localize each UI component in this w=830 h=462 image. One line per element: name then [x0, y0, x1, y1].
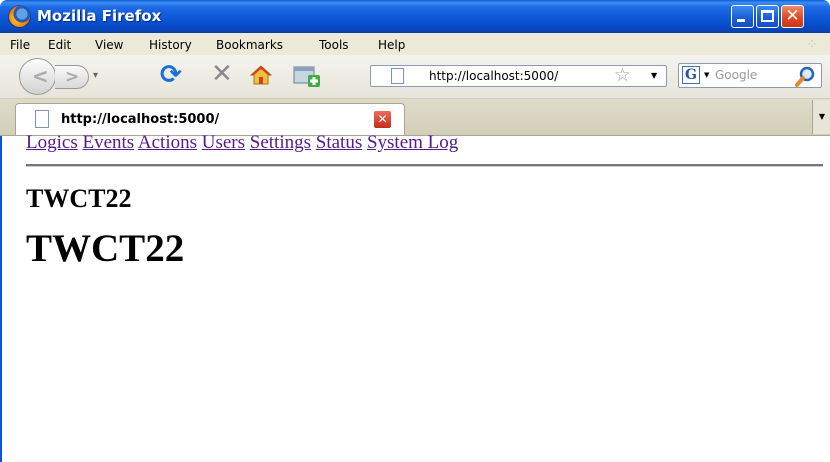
search-engine-icon[interactable]: G [682, 66, 700, 84]
search-icon[interactable] [795, 65, 817, 87]
tab-localhost[interactable]: http://localhost:5000/ ✕ [15, 103, 405, 135]
search-box[interactable]: G ▼ Google [678, 63, 822, 88]
menu-tools[interactable]: Tools [319, 38, 349, 52]
url-dropdown-icon[interactable]: ▼ [651, 71, 657, 80]
tab-title: http://localhost:5000/ [61, 112, 220, 127]
minimize-icon [737, 19, 745, 22]
new-tab-icon[interactable] [292, 63, 322, 89]
close-tab-icon[interactable]: ✕ [374, 111, 391, 128]
nav-link-events[interactable]: Events [82, 132, 134, 153]
menu-help[interactable]: Help [378, 38, 405, 52]
menu-edit[interactable]: Edit [48, 38, 71, 52]
throbber-icon: ⁘ [806, 37, 818, 53]
page-heading-large: TWCT22 [26, 227, 185, 270]
nav-link-users[interactable]: Users [202, 132, 245, 153]
site-navigation: Logics Events Actions Users Settings Sta… [26, 132, 458, 154]
back-button[interactable]: < [19, 58, 56, 95]
nav-link-system-log[interactable]: System Log [367, 132, 458, 153]
firefox-logo-icon [9, 6, 30, 27]
menu-view[interactable]: View [95, 38, 123, 52]
url-text[interactable]: http://localhost:5000/ [429, 69, 558, 83]
stop-button[interactable]: ✕ [211, 61, 233, 87]
forward-arrow-icon: > [65, 67, 80, 87]
horizontal-rule [26, 164, 823, 167]
close-icon: ✕ [785, 6, 800, 26]
window-title: Mozilla Firefox [37, 7, 162, 25]
maximize-button[interactable] [756, 5, 779, 28]
back-forward-group: < > ▾ [19, 58, 137, 95]
title-bar: Mozilla Firefox ✕ [0, 0, 830, 33]
page-heading-small: TWCT22 [26, 184, 132, 213]
back-arrow-icon: < [32, 64, 49, 88]
menu-history[interactable]: History [149, 38, 192, 52]
menu-bar: File Edit View History Bookmarks Tools H… [0, 33, 830, 55]
nav-link-logics[interactable]: Logics [26, 132, 78, 153]
bookmark-star-icon[interactable]: ☆ [614, 66, 631, 85]
maximize-icon [761, 10, 774, 22]
tab-list-dropdown-icon[interactable]: ▼ [812, 100, 830, 134]
menu-bookmarks[interactable]: Bookmarks [216, 38, 283, 52]
home-icon[interactable] [249, 63, 273, 87]
tab-strip: http://localhost:5000/ ✕ [0, 99, 830, 136]
close-window-button[interactable]: ✕ [781, 5, 804, 28]
forward-button[interactable]: > [55, 65, 89, 89]
site-identity-icon[interactable] [391, 68, 404, 84]
nav-link-status[interactable]: Status [316, 132, 362, 153]
history-dropdown-icon[interactable]: ▾ [93, 70, 98, 81]
reload-button[interactable]: ⟳ [160, 62, 182, 88]
nav-link-settings[interactable]: Settings [250, 132, 311, 153]
browser-window: Mozilla Firefox ✕ File Edit View History… [0, 0, 830, 462]
minimize-button[interactable] [731, 5, 754, 28]
search-placeholder[interactable]: Google [715, 68, 757, 82]
page-icon [35, 110, 49, 128]
search-engine-dropdown-icon[interactable]: ▼ [704, 71, 709, 79]
nav-link-actions[interactable]: Actions [138, 132, 197, 153]
menu-file[interactable]: File [10, 38, 30, 52]
